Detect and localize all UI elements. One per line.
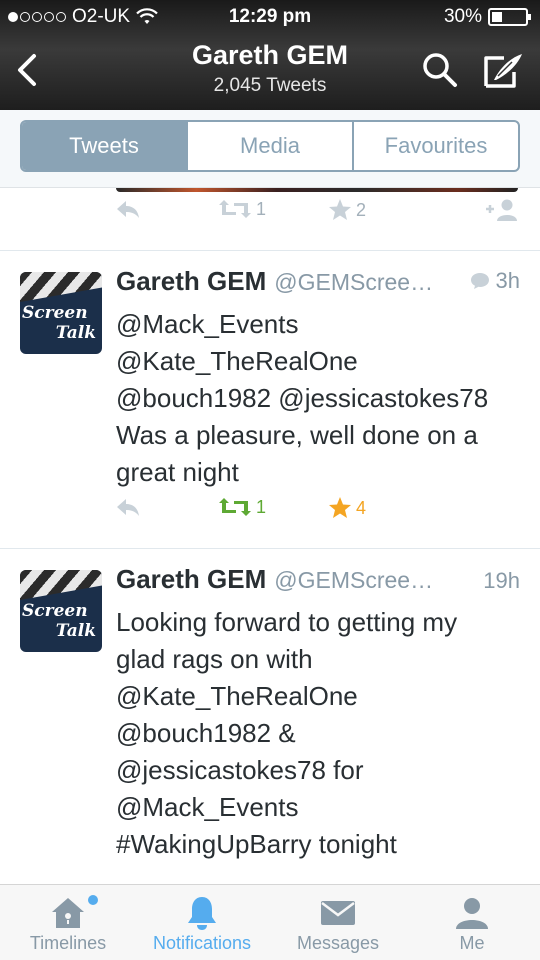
battery-percent: 30% — [443, 6, 482, 27]
reply-button[interactable] — [114, 496, 142, 518]
tweet-text-line[interactable]: @bouch1982 & — [116, 715, 526, 752]
envelope-icon — [320, 895, 356, 931]
retweet-count: 1 — [256, 198, 267, 219]
reply-icon — [117, 499, 139, 516]
tweet-item[interactable]: Screen Talk Gareth GEM @GEMScree… 3h @Ma… — [0, 250, 540, 548]
profile-tabs-bar: Tweets Media Favourites — [0, 110, 540, 188]
tweet-text-line[interactable]: @bouch1982 @jessicastokes78 — [116, 380, 526, 417]
tweet-text-line: glad rags on with — [116, 644, 313, 674]
tab-media[interactable]: Media — [186, 122, 352, 170]
tweet-actions: 1 4 — [0, 496, 540, 536]
tab-notifications[interactable]: Notifications — [144, 885, 260, 960]
search-icon — [423, 53, 457, 87]
avatar-text-screen: Screen — [22, 303, 88, 323]
favourite-button[interactable]: 4 — [328, 496, 366, 520]
tweet-text-line[interactable]: #WakingUpBarry tonight — [116, 826, 526, 863]
status-bar: O2-UK 12:29 pm 30% — [0, 0, 540, 34]
tweet-time-label: 3h — [495, 268, 520, 293]
author-name[interactable]: Gareth GEM — [116, 564, 266, 595]
author-handle[interactable]: @GEMScree… — [274, 567, 475, 594]
tweet-item[interactable]: Screen Talk Gareth GEM @GEMScree… 19h Lo… — [0, 548, 540, 884]
author-name[interactable]: Gareth GEM — [116, 266, 266, 297]
tweet-text-line: Looking forward to getting my — [116, 607, 458, 637]
tab-tweets[interactable]: Tweets — [22, 122, 186, 170]
tweet-text-line: great night — [116, 457, 239, 487]
star-icon — [329, 199, 351, 220]
tab-label: Notifications — [152, 933, 252, 953]
avatar-text-screen: Screen — [22, 601, 88, 621]
tab-timelines[interactable]: Timelines — [20, 885, 116, 960]
tab-label: Messages — [296, 933, 380, 953]
tab-label: Timelines — [29, 933, 107, 953]
tweet-media-preview[interactable] — [116, 188, 518, 192]
profile-tabs: Tweets Media Favourites — [20, 120, 520, 172]
compose-button[interactable] — [482, 50, 526, 90]
favourite-count: 2 — [356, 199, 367, 220]
avatar[interactable]: Screen Talk — [20, 570, 102, 652]
compose-icon — [484, 54, 522, 88]
tweet-feed[interactable]: 1 2 Screen Talk Gareth GEM @GEMScree… 3h… — [0, 188, 540, 884]
bottom-tab-bar: Timelines Notifications Messages Me — [0, 884, 540, 960]
retweet-icon — [219, 200, 251, 218]
favourite-count: 4 — [356, 497, 367, 518]
new-items-dot — [88, 895, 98, 905]
home-icon — [50, 895, 98, 931]
follow-button[interactable] — [484, 198, 520, 222]
profile-header: O2-UK 12:29 pm 30% Gareth GEM 2,045 Twee… — [0, 0, 540, 110]
tweet-text-line[interactable]: @Kate_TheRealOne — [116, 343, 526, 380]
previous-tweet-actions: 1 2 — [0, 198, 540, 238]
star-icon — [329, 497, 351, 518]
retweet-icon — [219, 498, 251, 516]
tweet-text-line: Was a pleasure, well done on a — [116, 420, 478, 450]
avatar-text-talk: Talk — [55, 621, 96, 641]
reply-icon — [117, 201, 139, 218]
user-icon — [454, 895, 490, 931]
tweet-text-line[interactable]: @Mack_Events — [116, 306, 526, 343]
bell-icon — [185, 895, 219, 931]
tweet-text: Looking forward to getting my glad rags … — [116, 604, 526, 863]
tweet-text-line[interactable]: @jessicastokes78 for — [116, 752, 526, 789]
search-button[interactable] — [420, 50, 460, 90]
tweet-header: Gareth GEM @GEMScree… 3h — [116, 266, 520, 296]
tweet-time: 19h — [483, 568, 520, 593]
retweet-button[interactable]: 1 — [218, 198, 266, 220]
author-handle[interactable]: @GEMScree… — [274, 269, 461, 296]
reply-button[interactable] — [114, 198, 142, 220]
tab-messages[interactable]: Messages — [288, 885, 388, 960]
tweet-header: Gareth GEM @GEMScree… 19h — [116, 564, 520, 594]
retweet-count: 1 — [256, 496, 267, 517]
tweet-text-line[interactable]: @Mack_Events — [116, 789, 526, 826]
favourite-button[interactable]: 2 — [328, 198, 366, 222]
tab-label: Me — [459, 933, 485, 953]
tweet-text: @Mack_Events @Kate_TheRealOne @bouch1982… — [116, 306, 526, 491]
status-right: 30% — [443, 6, 531, 28]
add-user-icon — [486, 199, 517, 221]
avatar[interactable]: Screen Talk — [20, 272, 102, 354]
tab-favourites[interactable]: Favourites — [352, 122, 518, 170]
conversation-icon — [470, 273, 489, 289]
retweet-button[interactable]: 1 — [218, 496, 266, 518]
avatar-text-talk: Talk — [55, 323, 96, 343]
battery-icon — [488, 8, 531, 26]
tweet-text-line[interactable]: @Kate_TheRealOne — [116, 678, 526, 715]
tweet-time: 3h — [470, 268, 520, 294]
tab-me[interactable]: Me — [432, 885, 512, 960]
